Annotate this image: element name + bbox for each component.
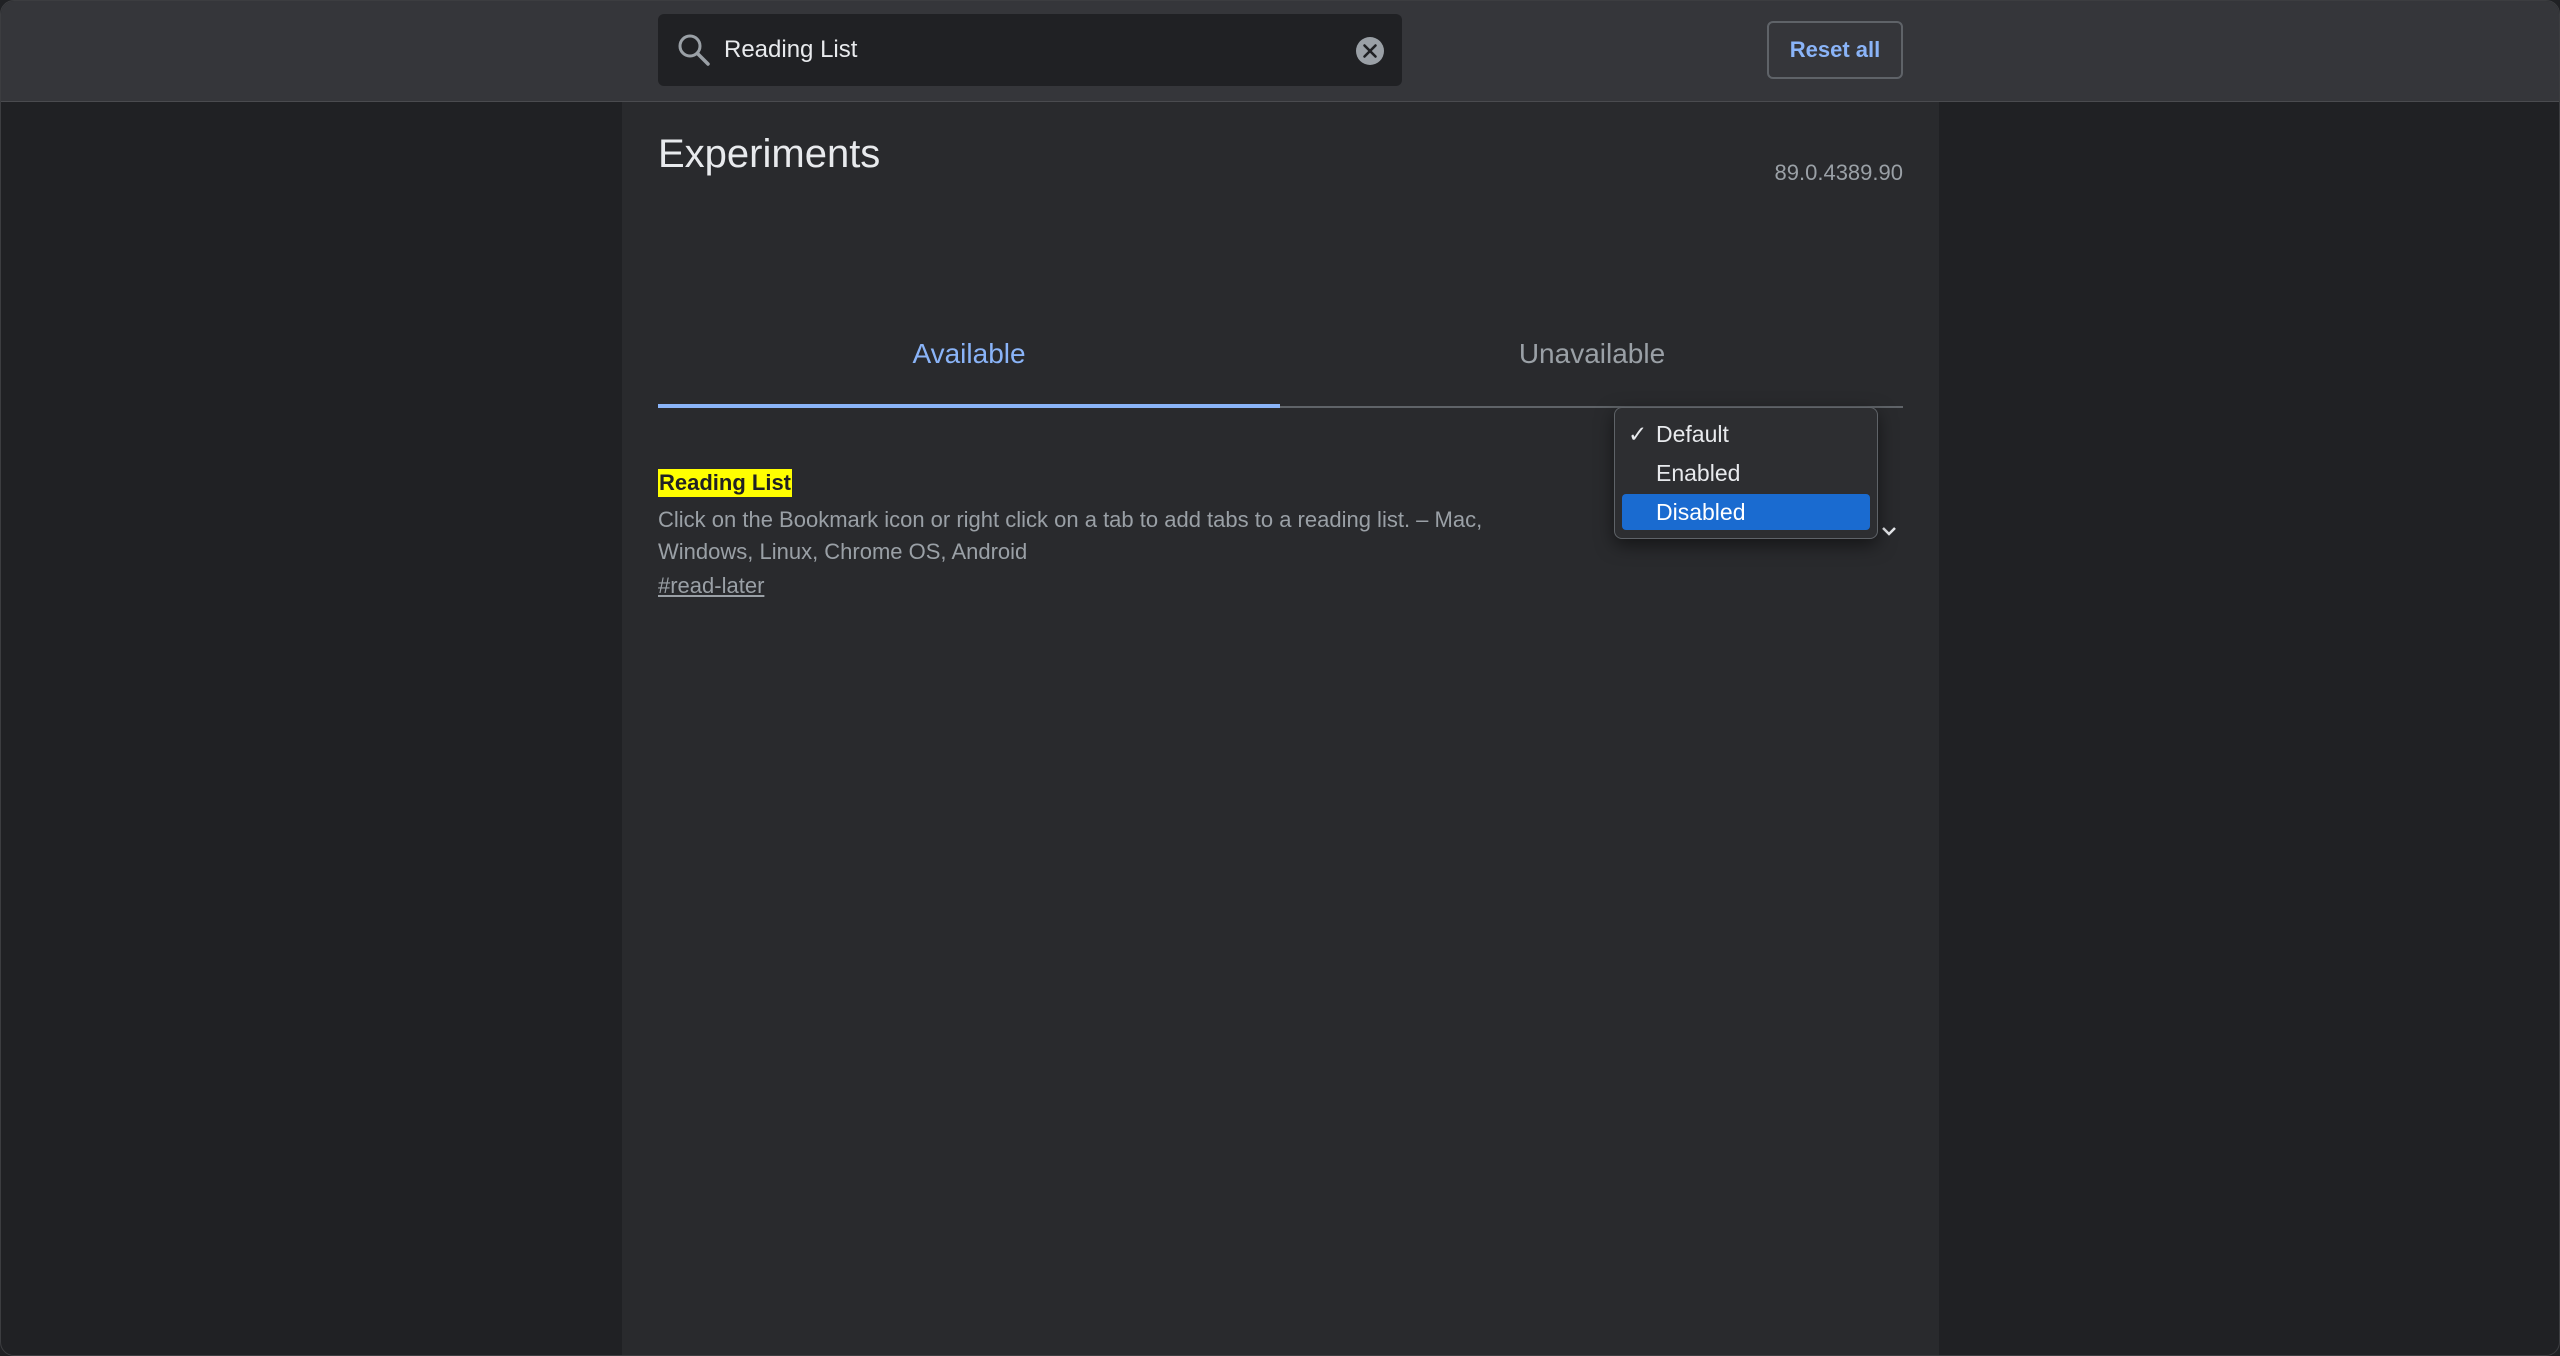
search-box[interactable]	[658, 14, 1402, 86]
dropdown-option-default[interactable]: ✓ Default	[1622, 416, 1870, 452]
chevron-down-icon[interactable]	[1879, 520, 1899, 540]
experiment-title: Reading List	[658, 469, 793, 497]
search-input[interactable]	[724, 30, 1304, 70]
option-label: Default	[1656, 421, 1729, 447]
tab-available[interactable]: Available	[658, 302, 1280, 408]
option-label: Enabled	[1656, 460, 1741, 486]
dropdown-option-enabled[interactable]: Enabled	[1622, 455, 1870, 491]
state-dropdown-menu[interactable]: ✓ Default Enabled Disabled	[1614, 407, 1878, 539]
top-bar: Reset all	[1, 1, 2559, 102]
search-icon	[678, 34, 710, 66]
tab-unavailable-label: Unavailable	[1518, 338, 1666, 369]
tab-unavailable[interactable]: Unavailable	[1281, 302, 1903, 406]
page-title: Experiments	[658, 132, 881, 176]
dropdown-option-disabled[interactable]: Disabled	[1622, 494, 1870, 530]
clear-icon[interactable]	[1355, 36, 1385, 66]
browser-window: Reset all Experiments 89.0.4389.90 Avail…	[0, 0, 2560, 1356]
experiment-link[interactable]: #read-later	[658, 573, 764, 599]
tab-available-label: Available	[912, 338, 1026, 369]
experiment-description: Click on the Bookmark icon or right clic…	[658, 507, 1483, 564]
check-icon: ✓	[1628, 421, 1648, 447]
tab-bar: Available Unavailable	[658, 302, 1903, 408]
reset-all-button[interactable]: Reset all	[1767, 21, 1903, 79]
option-label: Disabled	[1656, 499, 1746, 525]
main-content: Experiments 89.0.4389.90 Available Unava…	[622, 102, 1939, 1355]
version-label: 89.0.4389.90	[1774, 160, 1903, 185]
